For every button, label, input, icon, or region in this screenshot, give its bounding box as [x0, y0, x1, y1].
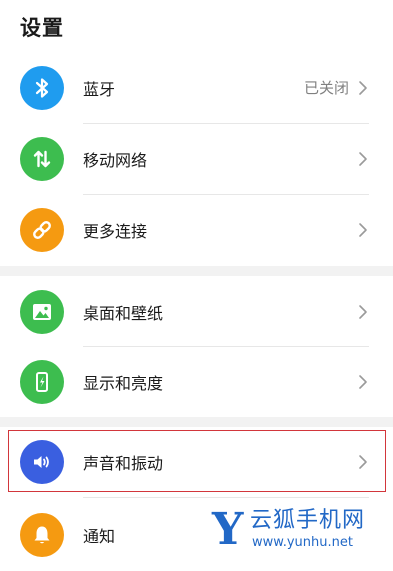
settings-item-wallpaper[interactable]: 桌面和壁纸: [0, 276, 393, 347]
settings-item-display[interactable]: 显示和亮度: [0, 346, 393, 417]
bluetooth-label: 蓝牙: [83, 79, 116, 99]
chevron-right-icon: [359, 304, 367, 319]
notifications-label: 通知: [83, 526, 116, 546]
bell-icon: [20, 512, 64, 557]
settings-item-bluetooth[interactable]: 蓝牙 已关闭: [0, 52, 393, 123]
chevron-right-icon: [359, 374, 367, 389]
phone-brightness-icon: [20, 359, 64, 404]
settings-item-mobile-network[interactable]: 移动网络: [0, 123, 393, 194]
chevron-right-icon: [359, 222, 367, 237]
wallpaper-label: 桌面和壁纸: [83, 303, 164, 323]
mobile-network-label: 移动网络: [83, 150, 148, 170]
watermark-letter: Y: [212, 504, 244, 555]
watermark-logo: Y 云狐手机网 www.yunhu.net: [212, 504, 387, 555]
watermark-name: 云狐手机网: [250, 508, 366, 533]
chevron-right-icon: [359, 151, 367, 166]
mobile-data-icon: [20, 136, 64, 181]
bluetooth-status: 已关闭: [303, 79, 349, 97]
bluetooth-icon: [20, 65, 64, 110]
image-icon: [20, 289, 64, 334]
settings-item-more-connections[interactable]: 更多连接: [0, 194, 393, 265]
more-connections-label: 更多连接: [83, 221, 148, 241]
page-title: 设置: [20, 16, 64, 40]
display-label: 显示和亮度: [83, 373, 164, 393]
section-gap: [0, 266, 393, 276]
watermark-url: www.yunhu.net: [252, 535, 353, 550]
chevron-right-icon: [359, 80, 367, 95]
highlight-box: [8, 430, 386, 492]
section-gap: [0, 417, 393, 427]
link-icon: [20, 207, 64, 252]
